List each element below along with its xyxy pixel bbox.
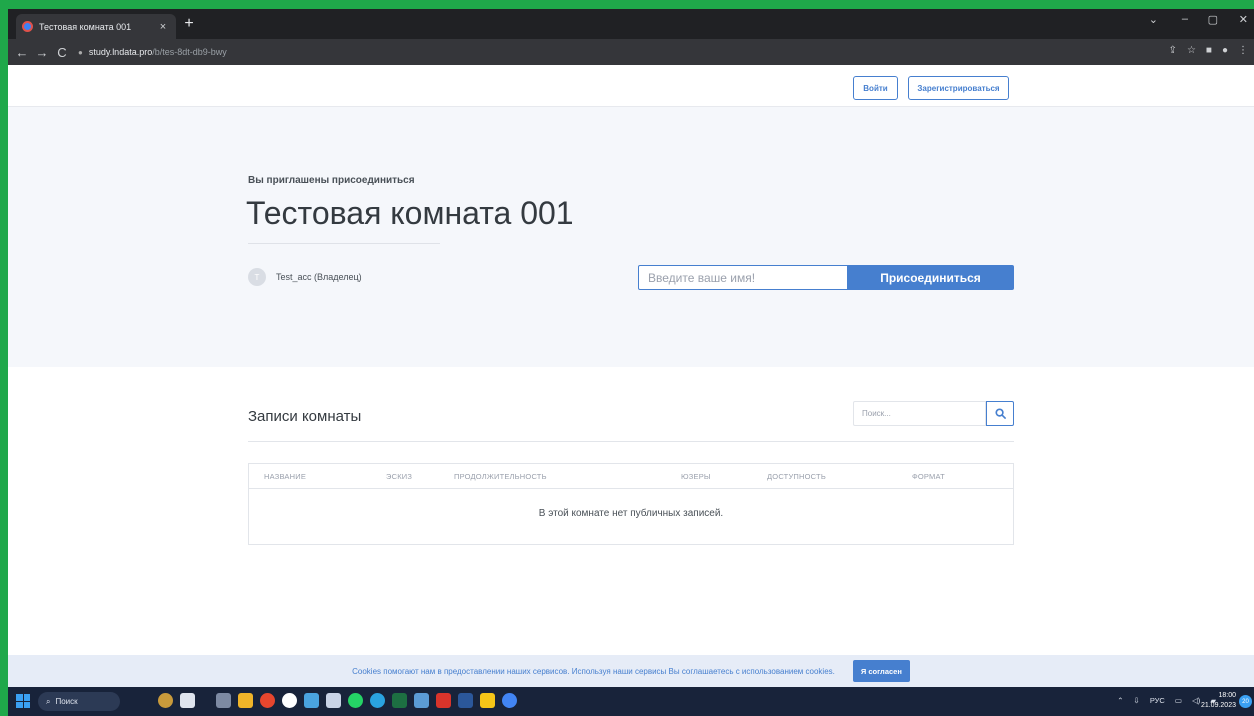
side-panel-icon[interactable]: ■	[1206, 45, 1212, 56]
browser-window: Тестовая комната 001 × + ⌄ – ▢ ✕ ← → C ●…	[8, 9, 1254, 716]
app-icon[interactable]	[414, 693, 429, 708]
column-header-visibility[interactable]: Доступность	[767, 472, 826, 481]
taskbar-clock[interactable]: 18:00 21.09.2023	[1201, 691, 1236, 711]
name-input[interactable]	[638, 265, 848, 290]
close-window-button[interactable]: ✕	[1239, 13, 1248, 26]
empty-recordings-message: В этой комнате нет публичных записей.	[538, 508, 724, 519]
tray-usb-icon[interactable]: ⇩	[1134, 696, 1140, 705]
column-header-name[interactable]: Название	[264, 472, 306, 481]
weather-widget-icon[interactable]	[158, 693, 173, 708]
cookie-text: Cookies помогают нам в предоставлении на…	[352, 666, 835, 676]
floppy-app-icon[interactable]	[326, 693, 341, 708]
recordings-divider	[248, 441, 1014, 442]
login-button[interactable]: Войти	[853, 76, 898, 100]
taskbar-search-icon: ⌕	[46, 696, 51, 706]
tab-title: Тестовая комната 001	[39, 21, 132, 32]
recordings-title: Записи комнаты	[248, 408, 362, 425]
search-button[interactable]	[986, 401, 1014, 426]
chrome-icon[interactable]	[260, 693, 275, 708]
cookie-accept-button[interactable]: Я согласен	[852, 660, 910, 682]
tab-strip: Тестовая комната 001 × + ⌄ – ▢ ✕	[8, 9, 1254, 39]
browser-toolbar: ← → C ● study.lndata.pro /b/tes-8dt-db9-…	[8, 39, 1254, 65]
task-view-icon[interactable]	[216, 693, 231, 708]
new-tab-button[interactable]: +	[180, 15, 198, 33]
windows-start-icon[interactable]	[16, 694, 30, 708]
register-button[interactable]: Зарегистрироваться	[908, 76, 1009, 100]
recordings-table: Название Эскиз Продолжительность Юзеры Д…	[248, 463, 1014, 545]
column-header-duration[interactable]: Продолжительность	[454, 472, 547, 481]
share-icon[interactable]: ⇪	[1169, 45, 1177, 56]
toolbar-actions: ⇪ ☆ ■ ● ⋮	[1169, 45, 1248, 56]
url-path: /b/tes-8dt-db9-bwy	[152, 47, 227, 57]
chrome-profile-icon[interactable]	[502, 693, 517, 708]
recordings-search-input[interactable]	[853, 401, 986, 426]
owner-avatar: T	[248, 268, 266, 286]
chat-app-icon[interactable]	[180, 693, 195, 708]
room-title: Тестовая комната 001	[246, 195, 574, 231]
page-content: Войти Зарегистрироваться Вы приглашены п…	[8, 65, 1254, 687]
invite-text: Вы приглашены присоединиться	[248, 175, 415, 186]
yandex-browser-icon[interactable]	[282, 693, 297, 708]
network-app-icon[interactable]	[304, 693, 319, 708]
excel-icon[interactable]	[392, 693, 407, 708]
title-divider	[248, 243, 440, 244]
maximize-button[interactable]: ▢	[1208, 13, 1218, 26]
tab-search-icon[interactable]: ⌄	[1149, 13, 1158, 26]
minimize-button[interactable]: –	[1182, 13, 1188, 25]
taskbar-search[interactable]: ⌕ Поиск	[38, 692, 120, 711]
word-icon[interactable]	[458, 693, 473, 708]
network-icon[interactable]: ▭	[1175, 696, 1182, 705]
menu-kebab-icon[interactable]: ⋮	[1238, 45, 1248, 56]
table-header: Название Эскиз Продолжительность Юзеры Д…	[249, 464, 1013, 489]
cookie-banner: Cookies помогают нам в предоставлении на…	[8, 655, 1254, 687]
invite-hero: Вы приглашены присоединиться Тестовая ко…	[8, 107, 1254, 367]
notification-badge[interactable]: 20	[1239, 695, 1252, 708]
join-button[interactable]: Присоединиться	[847, 265, 1014, 290]
volume-icon[interactable]: ◁)	[1192, 696, 1200, 705]
notes-app-icon[interactable]	[480, 693, 495, 708]
taskbar-search-label: Поиск	[55, 697, 78, 706]
column-header-thumbnail: Эскиз	[386, 472, 413, 481]
site-favicon-icon	[22, 21, 33, 32]
profile-icon[interactable]: ●	[1222, 45, 1228, 56]
back-arrow-icon[interactable]: ←	[12, 45, 32, 60]
column-header-users[interactable]: Юзеры	[681, 472, 711, 481]
bookmark-star-icon[interactable]: ☆	[1187, 45, 1196, 56]
clock-date: 21.09.2023	[1200, 702, 1236, 709]
column-header-format: Формат	[912, 472, 945, 481]
clock-time: 18:00	[1218, 692, 1236, 699]
owner-name: Test_acc (Владелец)	[276, 272, 362, 282]
top-navigation: Войти Зарегистрироваться	[8, 65, 1254, 107]
whatsapp-icon[interactable]	[348, 693, 363, 708]
windows-taskbar: ⌕ Поиск ⌃ ⇩ РУС ▭ ◁) ▰ 18:00 21.09.2023	[8, 687, 1254, 716]
address-bar[interactable]: ● study.lndata.pro /b/tes-8dt-db9-bwy	[78, 42, 1218, 62]
file-explorer-icon[interactable]	[238, 693, 253, 708]
tray-chevron-icon[interactable]: ⌃	[1117, 696, 1123, 705]
url-host: study.lndata.pro	[88, 47, 153, 57]
language-indicator[interactable]: РУС	[1150, 696, 1165, 705]
browser-tab[interactable]: Тестовая комната 001 ×	[16, 14, 176, 39]
tab-close-icon[interactable]: ×	[156, 21, 170, 33]
lock-icon: ●	[78, 47, 83, 57]
reload-icon[interactable]: C	[52, 45, 72, 60]
telegram-icon[interactable]	[370, 693, 385, 708]
forward-arrow-icon[interactable]: →	[32, 45, 52, 60]
pdf-app-icon[interactable]	[436, 693, 451, 708]
search-icon	[994, 408, 1006, 419]
